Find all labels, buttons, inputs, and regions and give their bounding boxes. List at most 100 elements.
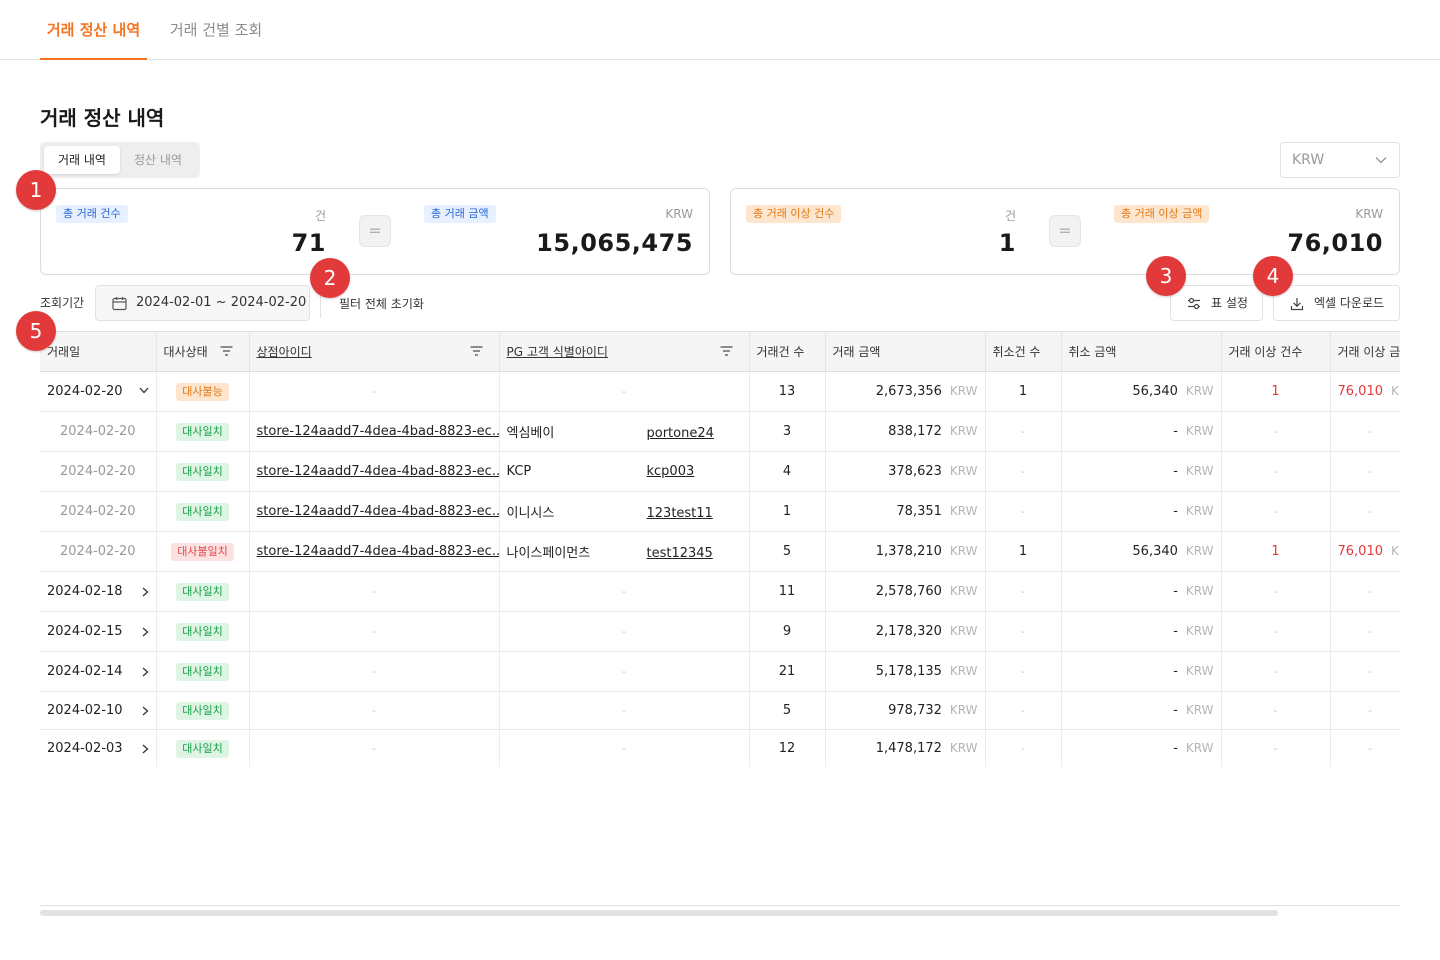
chevron-right-icon[interactable] <box>142 667 149 677</box>
settings-sliders-icon <box>1188 297 1200 310</box>
row-cancel-amount: - KRW <box>1061 491 1222 532</box>
filter-icon[interactable] <box>220 346 233 356</box>
total-count-badge: 총 거래 건수 <box>56 205 128 223</box>
table-header-row: 거래일 대사상태 상점아이디 PG 고객 식별아이디 거래건 수 거래 금액 취… <box>40 331 1400 372</box>
status-badge: 대사일치 <box>176 422 229 441</box>
row-status: 대사일치 <box>156 691 250 730</box>
date-range-picker[interactable]: 2024-02-01 ~ 2024-02-20 <box>95 285 310 321</box>
row-anomaly-amount: 76,010KRW <box>1330 371 1400 412</box>
pg-id-link[interactable]: portone24 <box>647 426 714 441</box>
filter-icon[interactable] <box>720 346 733 356</box>
pg-id-link[interactable]: 123test11 <box>647 506 713 521</box>
row-status: 대사불능 <box>156 371 250 412</box>
marker-1: 1 <box>16 170 56 210</box>
pg-name: 나이스페이먼츠 <box>506 546 591 561</box>
row-date: 2024-02-20 <box>40 531 157 572</box>
anomaly-amount-badge: 총 거래 이상 금액 <box>1114 205 1210 223</box>
status-badge: 대사불능 <box>176 382 229 401</box>
row-store-id: - <box>249 729 500 767</box>
row-store-id: - <box>249 571 500 612</box>
row-store-id[interactable]: store-124aadd7-4dea-4bad-8823-ec... <box>249 451 500 492</box>
table-sub-row[interactable]: 2024-02-20 대사불일치 store-124aadd7-4dea-4bad-… <box>40 531 1400 572</box>
row-store-id[interactable]: store-124aadd7-4dea-4bad-8823-ec... <box>249 491 500 532</box>
header-anomaly-count[interactable]: 거래 이상 건수 <box>1221 331 1331 372</box>
total-amount-value: 15,065,475 <box>536 229 693 257</box>
row-count: 3 <box>749 411 826 452</box>
table-row[interactable]: 2024-02-03 대사일치 - -12 1,478,172 KRW - - KRW - - <box>40 729 1400 767</box>
page-title: 거래 정산 내역 <box>40 106 165 130</box>
row-store-id[interactable]: store-124aadd7-4dea-4bad-8823-ec... <box>249 531 500 572</box>
store-id-link[interactable]: store-124aadd7-4dea-4bad-8823-ec... <box>257 504 499 519</box>
table-row[interactable]: 2024-02-18 대사일치 - -11 2,578,760 KRW - - KRW - - <box>40 571 1400 612</box>
tab-transaction-settlement[interactable]: 거래 정산 내역 <box>40 0 147 60</box>
pg-name: KCP <box>506 464 532 479</box>
store-id-link[interactable]: store-124aadd7-4dea-4bad-8823-ec... <box>257 544 499 559</box>
row-anomaly-count: - <box>1221 451 1331 492</box>
table-sub-row[interactable]: 2024-02-20 대사일치 store-124aadd7-4dea-4bad-8… <box>40 411 1400 452</box>
header-date[interactable]: 거래일 <box>40 331 157 372</box>
filter-icon[interactable] <box>470 346 483 356</box>
row-cancel-amount: - KRW <box>1061 651 1222 692</box>
chevron-right-icon[interactable] <box>142 587 149 597</box>
chevron-down-icon[interactable] <box>139 387 149 394</box>
table-row[interactable]: 2024-02-15 대사일치 - -9 2,178,320 KRW - - KRW - - <box>40 611 1400 652</box>
header-store-id[interactable]: 상점아이디 <box>249 331 500 372</box>
anomaly-count-badge: 총 거래 이상 건수 <box>746 205 842 223</box>
pg-id-link[interactable]: kcp003 <box>647 464 695 479</box>
row-date: 2024-02-20 <box>40 371 157 412</box>
row-count: 21 <box>749 651 826 692</box>
header-anomaly-amount[interactable]: 거래 이상 금 <box>1330 331 1400 372</box>
marker-2: 2 <box>310 258 350 298</box>
header-transaction-count[interactable]: 거래건 수 <box>749 331 826 372</box>
excel-download-label: 엑셀 다운로드 <box>1314 296 1385 310</box>
row-date: 2024-02-20 <box>40 451 157 492</box>
row-cancel-count: 1 <box>985 531 1062 572</box>
reset-filters-button[interactable]: 필터 전체 초기화 <box>339 295 424 312</box>
table-sub-row[interactable]: 2024-02-20 대사일치 store-124aadd7-4dea-4bad-8… <box>40 491 1400 532</box>
chevron-right-icon[interactable] <box>142 627 149 637</box>
row-amount: 1,378,210 KRW <box>825 531 986 572</box>
row-pg-id: 엑심베이 portone24 <box>499 411 750 452</box>
row-count: 1 <box>749 491 826 532</box>
download-icon <box>1290 298 1304 311</box>
excel-download-button[interactable]: 엑셀 다운로드 <box>1273 285 1400 321</box>
table-row[interactable]: 2024-02-10 대사일치 - -5 978,732 KRW - - KRW - - <box>40 691 1400 730</box>
row-anomaly-count: - <box>1221 651 1331 692</box>
chevron-right-icon[interactable] <box>142 706 149 716</box>
store-id-link[interactable]: store-124aadd7-4dea-4bad-8823-ec... <box>257 464 499 479</box>
status-badge: 대사일치 <box>176 582 229 601</box>
currency-select[interactable]: KRW <box>1280 142 1400 178</box>
currency-select-value: KRW <box>1292 152 1325 168</box>
marker-4: 4 <box>1253 256 1293 296</box>
total-amount-badge: 총 거래 금액 <box>424 205 496 223</box>
table-settings-button[interactable]: 표 설정 <box>1170 285 1263 321</box>
equals-icon: = <box>359 215 391 247</box>
header-cancel-amount[interactable]: 취소 금액 <box>1061 331 1222 372</box>
header-status[interactable]: 대사상태 <box>156 331 250 372</box>
top-tab-bar: 거래 정산 내역 거래 건별 조회 <box>0 0 1440 60</box>
header-pg-customer-id[interactable]: PG 고객 식별아이디 <box>499 331 750 372</box>
row-date: 2024-02-15 <box>40 611 157 652</box>
pg-id-link[interactable]: test12345 <box>647 546 713 561</box>
row-amount: 378,623 KRW <box>825 451 986 492</box>
row-cancel-count: 1 <box>985 371 1062 412</box>
row-status: 대사불일치 <box>156 531 250 572</box>
chevron-right-icon[interactable] <box>142 744 149 754</box>
header-cancel-count[interactable]: 취소건 수 <box>985 331 1062 372</box>
tab-transaction-lookup[interactable]: 거래 건별 조회 <box>158 0 274 60</box>
table-sub-row[interactable]: 2024-02-20 대사일치 store-124aadd7-4dea-4bad-8… <box>40 451 1400 492</box>
row-amount: 838,172 KRW <box>825 411 986 452</box>
segment-transactions[interactable]: 거래 내역 <box>44 146 120 174</box>
row-pg-id: - <box>499 729 750 767</box>
row-status: 대사일치 <box>156 451 250 492</box>
header-transaction-amount[interactable]: 거래 금액 <box>825 331 986 372</box>
summary-card-anomaly: 총 거래 이상 건수 건 1 = 총 거래 이상 금액 KRW 76,010 <box>730 188 1400 275</box>
table-row[interactable]: 2024-02-20 대사불능 - -13 2,673,356 KRW 1 56,340 KRW… <box>40 371 1400 412</box>
horizontal-scrollbar[interactable] <box>40 910 1278 916</box>
row-status: 대사일치 <box>156 729 250 767</box>
store-id-link[interactable]: store-124aadd7-4dea-4bad-8823-ec... <box>257 424 499 439</box>
segment-settlements[interactable]: 정산 내역 <box>120 146 196 174</box>
table-row[interactable]: 2024-02-14 대사일치 - -21 5,178,135 KRW - - KRW - - <box>40 651 1400 692</box>
row-cancel-count: - <box>985 691 1062 730</box>
row-store-id[interactable]: store-124aadd7-4dea-4bad-8823-ec... <box>249 411 500 452</box>
